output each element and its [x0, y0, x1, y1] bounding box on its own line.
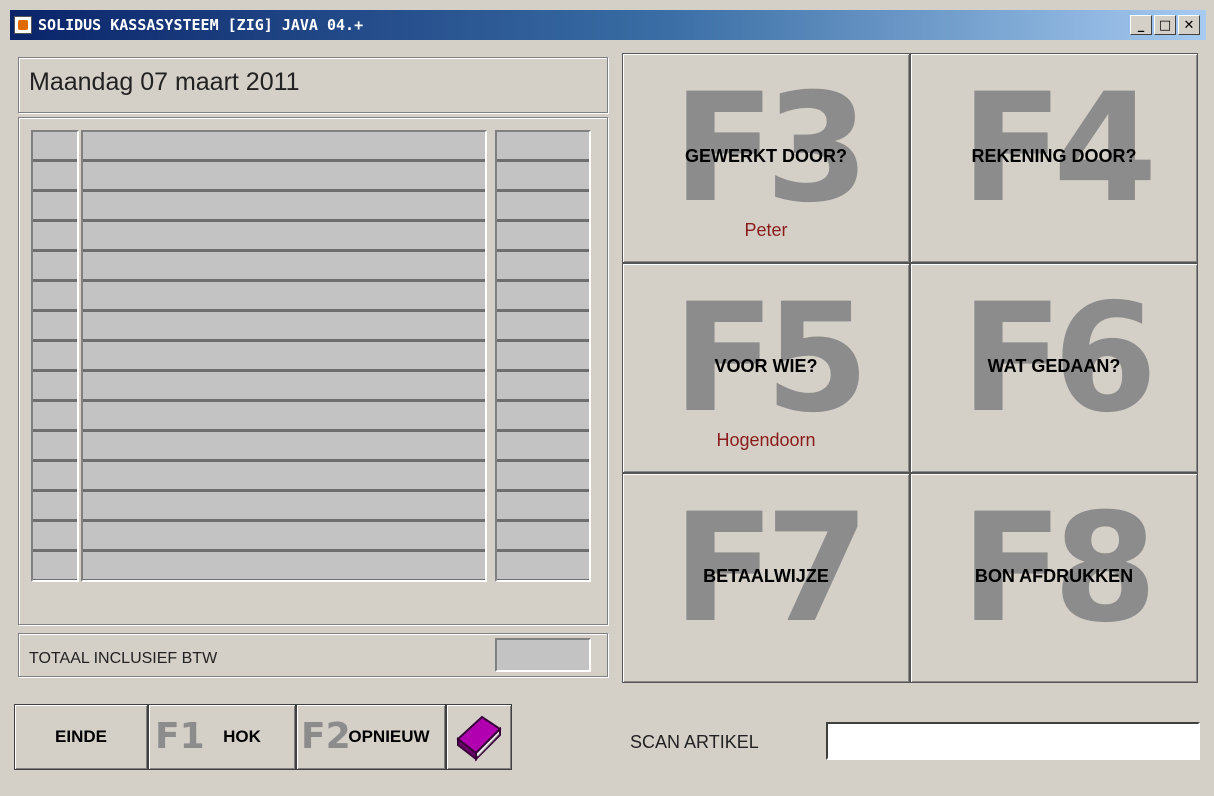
table-row[interactable] [33, 192, 77, 222]
f5-for-whom-button[interactable]: F5 VOOR WIE? Hogendoorn [622, 263, 910, 473]
table-row[interactable] [497, 132, 589, 162]
f7-payment-method-button[interactable]: F7 BETAALWIJZE [622, 473, 910, 683]
table-row[interactable] [33, 492, 77, 522]
table-row[interactable] [33, 522, 77, 552]
table-row[interactable] [497, 432, 589, 462]
qty-column[interactable] [31, 130, 79, 582]
total-value [495, 638, 591, 672]
table-row[interactable] [33, 162, 77, 192]
table-row[interactable] [33, 342, 77, 372]
table-row[interactable] [83, 342, 485, 372]
table-row[interactable] [83, 222, 485, 252]
scan-article-label: SCAN ARTIKEL [630, 732, 759, 752]
einde-label: EINDE [55, 727, 107, 746]
f6-what-done-button[interactable]: F6 WAT GEDAAN? [910, 263, 1198, 473]
table-row[interactable] [497, 192, 589, 222]
table-row[interactable] [497, 252, 589, 282]
f5-label: VOOR WIE? [714, 356, 818, 376]
java-cup-icon[interactable] [14, 16, 32, 34]
table-row[interactable] [33, 552, 77, 580]
table-row[interactable] [83, 192, 485, 222]
table-row[interactable] [33, 312, 77, 342]
f8-label: BON AFDRUKKEN [974, 566, 1134, 586]
table-row[interactable] [83, 372, 485, 402]
table-row[interactable] [497, 522, 589, 552]
table-row[interactable] [83, 522, 485, 552]
einde-button[interactable]: EINDE [14, 704, 148, 770]
table-row[interactable] [33, 132, 77, 162]
table-row[interactable] [33, 252, 77, 282]
table-row[interactable] [83, 552, 485, 580]
table-row[interactable] [83, 402, 485, 432]
window-title: SOLIDUS KASSASYSTEEM [ZIG] JAVA 04.+ [38, 16, 364, 34]
table-row[interactable] [83, 282, 485, 312]
f3-value: Peter [744, 220, 788, 240]
f3-label: GEWERKT DOOR? [685, 146, 847, 166]
table-row[interactable] [497, 162, 589, 192]
table-row[interactable] [497, 282, 589, 312]
table-row[interactable] [33, 372, 77, 402]
table-row[interactable] [33, 222, 77, 252]
scan-article-input[interactable] [826, 722, 1200, 760]
table-row[interactable] [83, 462, 485, 492]
minimize-button[interactable]: _ [1130, 15, 1152, 35]
table-row[interactable] [33, 282, 77, 312]
date-panel: Maandag 07 maart 2011 [18, 57, 608, 113]
table-row[interactable] [497, 342, 589, 372]
table-row[interactable] [497, 462, 589, 492]
table-row[interactable] [83, 492, 485, 522]
f6-label: WAT GEDAAN? [987, 356, 1121, 376]
table-row[interactable] [497, 402, 589, 432]
price-column[interactable] [495, 130, 591, 582]
book-button[interactable] [446, 704, 512, 770]
table-row[interactable] [33, 462, 77, 492]
close-button[interactable]: ✕ [1178, 15, 1200, 35]
total-label: TOTAAL INCLUSIEF BTW [29, 650, 218, 667]
current-date: Maandag 07 maart 2011 [29, 68, 300, 96]
order-list-panel [18, 117, 608, 625]
table-row[interactable] [497, 552, 589, 580]
f3-worked-by-button[interactable]: F3 GEWERKT DOOR? Peter [622, 53, 910, 263]
description-column[interactable] [81, 130, 487, 582]
f4-billed-by-button[interactable]: F4 REKENING DOOR? [910, 53, 1198, 263]
table-row[interactable] [33, 432, 77, 462]
table-row[interactable] [33, 402, 77, 432]
table-row[interactable] [497, 222, 589, 252]
title-bar[interactable]: SOLIDUS KASSASYSTEEM [ZIG] JAVA 04.+ _ □… [10, 10, 1206, 40]
table-row[interactable] [497, 372, 589, 402]
table-row[interactable] [83, 432, 485, 462]
table-row[interactable] [83, 132, 485, 162]
total-panel: TOTAAL INCLUSIEF BTW [18, 633, 608, 677]
f7-label: BETAALWIJZE [703, 566, 829, 586]
table-row[interactable] [497, 492, 589, 522]
table-row[interactable] [83, 312, 485, 342]
hok-label: HOK [223, 727, 261, 746]
opnieuw-label: OPNIEUW [348, 727, 430, 746]
table-row[interactable] [83, 252, 485, 282]
table-row[interactable] [497, 312, 589, 342]
hok-button[interactable]: F1 HOK [148, 704, 296, 770]
table-row[interactable] [83, 162, 485, 192]
maximize-button[interactable]: □ [1154, 15, 1176, 35]
f4-label: REKENING DOOR? [971, 146, 1137, 166]
f8-print-receipt-button[interactable]: F8 BON AFDRUKKEN [910, 473, 1198, 683]
f5-value: Hogendoorn [716, 430, 816, 450]
book-icon [456, 715, 502, 762]
opnieuw-button[interactable]: F2 OPNIEUW [296, 704, 446, 770]
